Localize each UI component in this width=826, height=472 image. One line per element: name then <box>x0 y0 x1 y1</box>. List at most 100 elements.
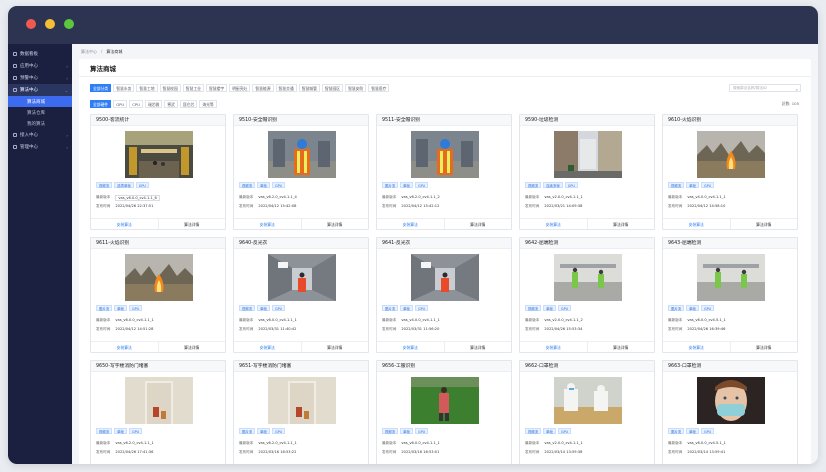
capability-badge: GPU <box>414 305 429 311</box>
version-label: 最新版本 <box>668 441 683 445</box>
install-button[interactable]: 安装算法 <box>663 342 730 352</box>
category-tab[interactable]: 智慧水务 <box>113 84 135 92</box>
hardware-tab[interactable]: 昆仑芯 <box>179 100 198 108</box>
install-button[interactable]: 安装算法 <box>520 342 587 352</box>
hardware-tab[interactable]: 寒武 <box>164 100 178 108</box>
time-label: 发布时间 <box>239 450 254 454</box>
time-row: 发布时间 2022/03/14 13:59:38 <box>525 450 582 455</box>
algorithm-card: 9642-屈端检测 视频流 单帧 GPU 最新版本 vas_v2.0.0_cv4.1.1_… <box>519 237 655 353</box>
capability-badge: 单帧 <box>400 182 413 188</box>
category-tab[interactable]: 智慧楼宇 <box>205 84 228 92</box>
card-title[interactable]: 9662-口罩检测 <box>520 361 654 372</box>
category-tab[interactable]: 智慧能源 <box>252 84 274 92</box>
detail-button[interactable]: 算法详情 <box>586 342 655 352</box>
version-label: 最新版本 <box>96 441 111 445</box>
card-title[interactable]: 9641-反光衣 <box>377 238 511 249</box>
menu-icon <box>13 145 17 149</box>
card-title[interactable]: 9500-客流统计 <box>91 115 225 126</box>
minimize-window-button[interactable] <box>45 19 55 29</box>
detail-button[interactable]: 算法详情 <box>300 342 369 352</box>
install-button[interactable]: 安装算法 <box>377 219 444 229</box>
install-button[interactable]: 安装算法 <box>234 342 301 352</box>
version-label: 最新版本 <box>96 195 111 199</box>
install-button[interactable]: 安装算法 <box>520 219 587 229</box>
hardware-tab[interactable]: 海光等 <box>199 100 217 108</box>
sidebar-subitem[interactable]: 算法仓库 <box>8 107 72 118</box>
algorithm-card: 9611-火焰识别 图片流 单帧 GPU 最新版本 vas_v6.0.0_cv4.1.1_… <box>90 237 226 353</box>
time-label: 发布时间 <box>239 327 254 331</box>
close-window-button[interactable] <box>26 19 36 29</box>
time-label: 发布时间 <box>382 450 397 454</box>
card-actions: 安装算法 算法详情 <box>663 218 797 229</box>
install-button[interactable]: 安装算法 <box>91 342 158 352</box>
version-select[interactable]: vas_v6.0.0_cv4.1.1_6 <box>115 195 160 201</box>
capability-badge: GPU <box>700 428 715 434</box>
time-value: 2022/03/31 11:56:20 <box>401 327 440 331</box>
breadcrumb-separator: / <box>101 49 103 54</box>
sidebar-subitem[interactable]: 算法商城 <box>8 96 72 107</box>
category-tab[interactable]: 智慧城管 <box>298 84 320 92</box>
detail-button[interactable]: 算法详情 <box>443 219 512 229</box>
hardware-tab[interactable]: 全部硬件 <box>90 100 112 108</box>
time-row: 发布时间 2022/04/26 17:41:36 <box>96 450 153 455</box>
category-tab[interactable]: 明厨亮灶 <box>229 84 251 92</box>
category-tab[interactable]: 智慧校园 <box>159 84 181 92</box>
card-title[interactable]: 9510-安全帽识别 <box>234 115 368 126</box>
version-row: 最新版本 vas_v6.2.0_cv4.1.1_1 <box>239 441 297 446</box>
install-button[interactable]: 安装算法 <box>663 219 730 229</box>
detail-button[interactable]: 算法详情 <box>586 219 655 229</box>
sidebar-item[interactable]: 数据看板 <box>8 48 72 60</box>
install-button[interactable]: 安装算法 <box>91 219 158 229</box>
category-tab[interactable]: 智慧工业 <box>182 84 204 92</box>
time-value: 2022/04/12 15:42:12 <box>401 204 440 208</box>
card-title[interactable]: 9650-写字楼消防门堵塞 <box>91 361 225 372</box>
category-tab[interactable]: 智慧园区 <box>321 84 344 92</box>
sidebar-subitem[interactable]: 我的算法 <box>8 118 72 129</box>
version-value: vas_v6.2.0_cv4.1.1_1 <box>258 441 297 445</box>
detail-button[interactable]: 算法详情 <box>729 342 798 352</box>
time-label: 发布时间 <box>525 450 540 454</box>
card-title[interactable]: 9663-口罩检测 <box>663 361 797 372</box>
version-value: vas_v6.2.0_cv4.1.1_2 <box>401 195 440 199</box>
detail-button[interactable]: 算法详情 <box>300 219 369 229</box>
detail-button[interactable]: 算法详情 <box>443 342 512 352</box>
category-tab[interactable]: 智慧医疗 <box>368 84 390 92</box>
card-title[interactable]: 9611-火焰识别 <box>91 238 225 249</box>
detail-button[interactable]: 算法详情 <box>729 219 798 229</box>
search-input[interactable]: 搜索算法名称/算法ID ⌕ <box>729 84 801 92</box>
category-tab[interactable]: 全部分类 <box>90 84 112 92</box>
search-icon[interactable]: ⌕ <box>796 86 798 93</box>
sidebar-item[interactable]: 接入中心 › <box>8 129 72 141</box>
detail-button[interactable]: 算法详情 <box>157 342 226 352</box>
card-title[interactable]: 9640-反光衣 <box>234 238 368 249</box>
sidebar-item[interactable]: 管理中心 › <box>8 141 72 153</box>
card-title[interactable]: 9642-屈端检测 <box>520 238 654 249</box>
version-label: 最新版本 <box>96 318 111 322</box>
category-tab[interactable]: 智慧工地 <box>136 84 158 92</box>
card-title[interactable]: 9643-屈端检测 <box>663 238 797 249</box>
menu-icon <box>13 76 17 80</box>
capability-badge: 视频流 <box>382 428 399 434</box>
category-tab[interactable]: 智慧安防 <box>345 84 367 92</box>
category-tab[interactable]: 智慧交通 <box>275 84 297 92</box>
card-title[interactable]: 9610-火焰识别 <box>663 115 797 126</box>
install-button[interactable]: 安装算法 <box>377 342 444 352</box>
capability-badge: 图片流 <box>96 305 113 311</box>
card-title[interactable]: 9590-垃圾检测 <box>520 115 654 126</box>
capability-badge: GPU <box>414 182 429 188</box>
sidebar-item[interactable]: 预警中心 › <box>8 72 72 84</box>
card-title[interactable]: 9651-写字楼消防门堵塞 <box>234 361 368 372</box>
install-button[interactable]: 安装算法 <box>234 219 301 229</box>
card-title[interactable]: 9656-工服识别 <box>377 361 511 372</box>
card-title[interactable]: 9511-安全帽识别 <box>377 115 511 126</box>
hardware-tab[interactable]: 瑞芯微 <box>144 100 163 108</box>
hardware-tab[interactable]: GPU <box>113 100 128 108</box>
maximize-window-button[interactable] <box>64 19 74 29</box>
hardware-tab[interactable]: CPU <box>129 100 143 108</box>
breadcrumb-root[interactable]: 算法中心 <box>81 49 97 55</box>
sidebar-item[interactable]: 应用中心 › <box>8 60 72 72</box>
sidebar-item[interactable]: 算法中心 ⌄ <box>8 84 72 96</box>
capability-badge: 连续多帧 <box>543 182 563 188</box>
detail-button[interactable]: 算法详情 <box>157 219 226 229</box>
version-row: 最新版本 vas_v6.0.0_cv4.5.1_1 <box>668 318 726 323</box>
